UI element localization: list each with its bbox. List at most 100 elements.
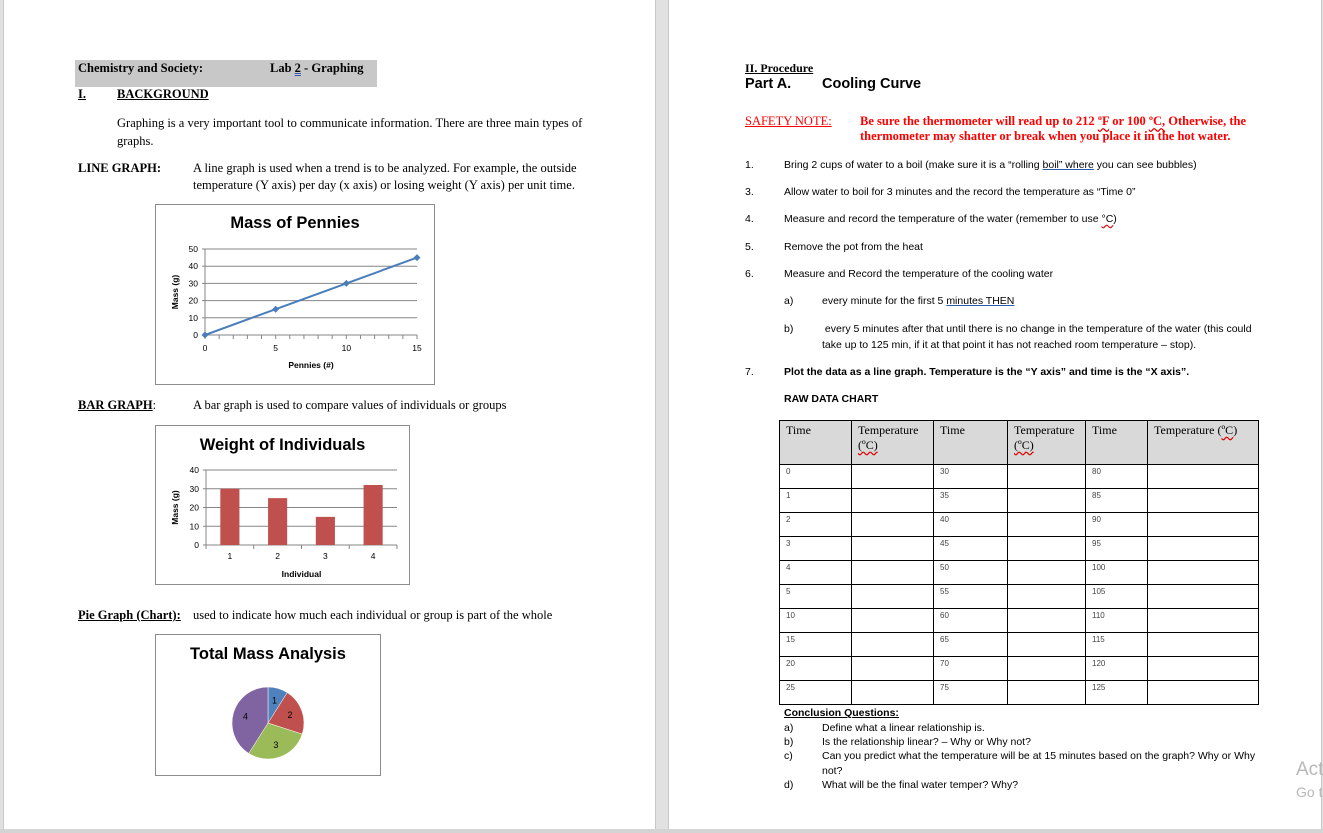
step-1-post: you can see bubbles) <box>1093 159 1197 171</box>
temperature-cell[interactable] <box>851 584 934 609</box>
raw-data-title: RAW DATA CHART <box>784 393 879 405</box>
temperature-cell[interactable] <box>851 632 934 657</box>
safety-note-label: SAFETY NOTE: <box>745 114 832 128</box>
y-tick-label: 10 <box>190 521 200 531</box>
x-tick-label: 2 <box>275 551 280 561</box>
data-point <box>342 279 350 287</box>
header-temp-1: Temperature (ºC) <box>851 420 934 465</box>
conclusion-c-text-2: not? <box>822 765 843 777</box>
table-row: 2 40 90 <box>779 512 1259 537</box>
y-axis-label: Mass (g) <box>170 275 180 310</box>
temperature-cell[interactable] <box>851 488 934 513</box>
substep-b-line-2: take up to 125 min, if it at that point … <box>822 339 1197 351</box>
x-tick-label: 0 <box>203 343 208 353</box>
conclusion-d-num: d) <box>784 779 794 791</box>
part-label: Part A. <box>745 76 792 92</box>
table-row: 20 70 120 <box>779 656 1259 681</box>
intro-line-2: graphs. <box>117 134 154 148</box>
time-cell: 40 <box>933 512 1008 537</box>
temperature-cell[interactable] <box>1007 560 1086 585</box>
temperature-cell[interactable] <box>1007 512 1086 537</box>
temperature-cell[interactable] <box>851 512 934 537</box>
temperature-cell[interactable] <box>1147 488 1259 513</box>
time-cell: 60 <box>933 608 1008 633</box>
temperature-cell[interactable] <box>851 680 934 705</box>
temperature-cell[interactable] <box>1007 584 1086 609</box>
x-tick-label: 3 <box>323 551 328 561</box>
temperature-cell[interactable] <box>1007 464 1086 489</box>
temperature-cell[interactable] <box>851 560 934 585</box>
table-row: 5 55 105 <box>779 584 1259 609</box>
temperature-cell[interactable] <box>1007 680 1086 705</box>
temperature-cell[interactable] <box>1007 488 1086 513</box>
time-cell: 1 <box>779 488 852 513</box>
header-temp-2: Temperature (ºC) <box>1007 420 1086 465</box>
temperature-cell[interactable] <box>1147 560 1259 585</box>
temperature-cell[interactable] <box>1147 632 1259 657</box>
conclusion-title: Conclusion Questions: <box>784 707 899 719</box>
activation-watermark-line-1: Act <box>1296 759 1323 780</box>
step-3-text: Allow water to boil for 3 minutes and th… <box>784 186 1136 198</box>
conclusion-b-num: b) <box>784 736 794 748</box>
y-tick-label: 50 <box>189 244 199 254</box>
header-temp-3-label: Temperature ( <box>1154 423 1222 437</box>
temperature-cell[interactable] <box>851 608 934 633</box>
y-tick-label: 0 <box>193 330 198 340</box>
temperature-cell[interactable] <box>851 656 934 681</box>
time-cell: 75 <box>933 680 1008 705</box>
step-1-num: 1. <box>745 159 754 171</box>
pie-chart-plot: 1 2 3 4 <box>231 686 305 760</box>
time-cell: 5 <box>779 584 852 609</box>
line-graph-desc-1: A line graph is used when a trend is to … <box>193 161 577 175</box>
time-cell: 4 <box>779 560 852 585</box>
lab-title: Lab 2 - Graphing <box>270 61 363 76</box>
degree-c: ºC, <box>1148 114 1166 128</box>
temperature-cell[interactable] <box>1007 632 1086 657</box>
x-tick-label: 5 <box>273 343 278 353</box>
temperature-cell[interactable] <box>1007 608 1086 633</box>
temperature-cell[interactable] <box>1147 608 1259 633</box>
temperature-cell[interactable] <box>1147 464 1259 489</box>
temperature-cell[interactable] <box>1147 512 1259 537</box>
line-graph-label: LINE GRAPH: <box>78 161 161 175</box>
temperature-cell[interactable] <box>851 536 934 561</box>
time-cell: 20 <box>779 656 852 681</box>
temperature-cell[interactable] <box>1147 584 1259 609</box>
step-4-num: 4. <box>745 213 754 225</box>
table-row: 25 75 125 <box>779 680 1259 705</box>
table-row: 0 30 80 <box>779 464 1259 489</box>
time-cell: 0 <box>779 464 852 489</box>
lab-name: Graphing <box>311 61 364 75</box>
temperature-cell[interactable] <box>851 464 934 489</box>
header-temp-3-close: ) <box>1233 423 1238 437</box>
y-tick-label: 40 <box>189 261 199 271</box>
temperature-cell[interactable] <box>1007 656 1086 681</box>
conclusion-d-text: What will be the final water temper? Why… <box>822 779 1019 791</box>
step-1-pre: Bring 2 cups of water to a boil (make su… <box>784 159 1043 171</box>
time-cell: 115 <box>1085 632 1148 657</box>
step-3-num: 3. <box>745 186 754 198</box>
temperature-cell[interactable] <box>1147 680 1259 705</box>
intro-line-1: Graphing is a very important tool to com… <box>117 116 583 130</box>
time-cell: 25 <box>779 680 852 705</box>
time-cell: 90 <box>1085 512 1148 537</box>
data-point <box>201 331 209 339</box>
step-5-text: Remove the pot from the heat <box>784 241 923 253</box>
step-4-post: ) <box>1113 213 1117 225</box>
step-4-text: Measure and record the temperature of th… <box>784 213 1117 225</box>
temperature-cell[interactable] <box>1147 656 1259 681</box>
x-tick-label: 1 <box>228 551 233 561</box>
safety-note-line-1: Be sure the thermometer will read up to … <box>860 114 1246 129</box>
header-temp-1-unit: (ºC) <box>858 438 878 452</box>
data-point <box>413 254 421 262</box>
time-cell: 125 <box>1085 680 1148 705</box>
table-row: 10 60 110 <box>779 608 1259 633</box>
status-bar-edge <box>0 829 1323 833</box>
bar-chart-plot: 0 10 20 30 40 1 2 3 4 Individual Mass (g) <box>170 465 398 579</box>
temperature-cell[interactable] <box>1147 536 1259 561</box>
table-header-row: Time Temperature (ºC) Time Temperature (ºC… <box>779 420 1259 465</box>
table-row: 15 65 115 <box>779 632 1259 657</box>
temperature-cell[interactable] <box>1007 536 1086 561</box>
step-1-grammar-mark: boil” where <box>1042 159 1094 171</box>
time-cell: 70 <box>933 656 1008 681</box>
